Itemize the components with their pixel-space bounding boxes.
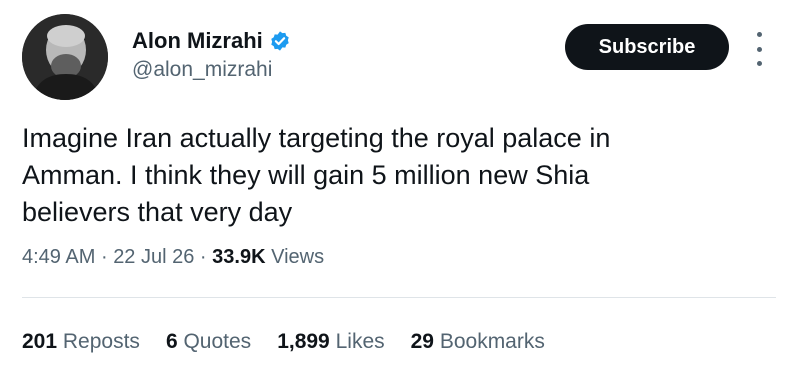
stat-bookmarks[interactable]: 29 Bookmarks	[411, 330, 545, 354]
views-count: 33.9K	[212, 246, 266, 268]
verified-badge-icon	[271, 31, 289, 51]
author-name[interactable]: Alon Mizrahi	[132, 28, 263, 54]
reposts-count: 201	[22, 330, 58, 353]
reposts-label: Reposts	[62, 330, 140, 353]
tweet-date[interactable]: 22 Jul 26	[113, 246, 194, 268]
quotes-count: 6	[165, 330, 178, 353]
quotes-label: Quotes	[183, 330, 252, 353]
more-dot	[756, 32, 762, 37]
meta-separator: ·	[199, 246, 207, 268]
more-vertical-icon[interactable]	[752, 32, 766, 66]
engagement-stats: 201 Reposts 6 Quotes 1,899 Likes 29 Book…	[22, 330, 545, 354]
bookmarks-count: 29	[410, 330, 434, 353]
author-name-row: Alon Mizrahi	[132, 28, 291, 54]
author-handle[interactable]: @alon_mizrahi	[132, 58, 272, 82]
likes-label: Likes	[335, 330, 385, 353]
meta-separator: ·	[100, 246, 108, 268]
tweet-text-line: Imagine Iran actually targeting the roya…	[22, 123, 611, 153]
divider	[22, 297, 776, 298]
likes-count: 1,899	[277, 330, 330, 353]
views-label: Views	[271, 246, 325, 268]
more-dot	[756, 46, 762, 52]
stat-quotes[interactable]: 6 Quotes	[166, 330, 251, 354]
avatar[interactable]	[22, 14, 108, 100]
bookmarks-label: Bookmarks	[439, 330, 545, 353]
tweet-text-line: Amman. I think they will gain 5 million …	[22, 160, 590, 190]
tweet-text: Imagine Iran actually targeting the roya…	[22, 120, 762, 231]
avatar-image	[22, 14, 108, 100]
subscribe-button[interactable]: Subscribe	[565, 24, 729, 70]
tweet-meta: 4:49 AM · 22 Jul 26 · 33.9K Views	[22, 246, 324, 269]
stat-likes[interactable]: 1,899 Likes	[277, 330, 384, 354]
stat-reposts[interactable]: 201 Reposts	[22, 330, 140, 354]
more-dot	[756, 61, 762, 66]
tweet-time[interactable]: 4:49 AM	[22, 246, 95, 268]
tweet-text-line: believers that very day	[22, 197, 293, 227]
